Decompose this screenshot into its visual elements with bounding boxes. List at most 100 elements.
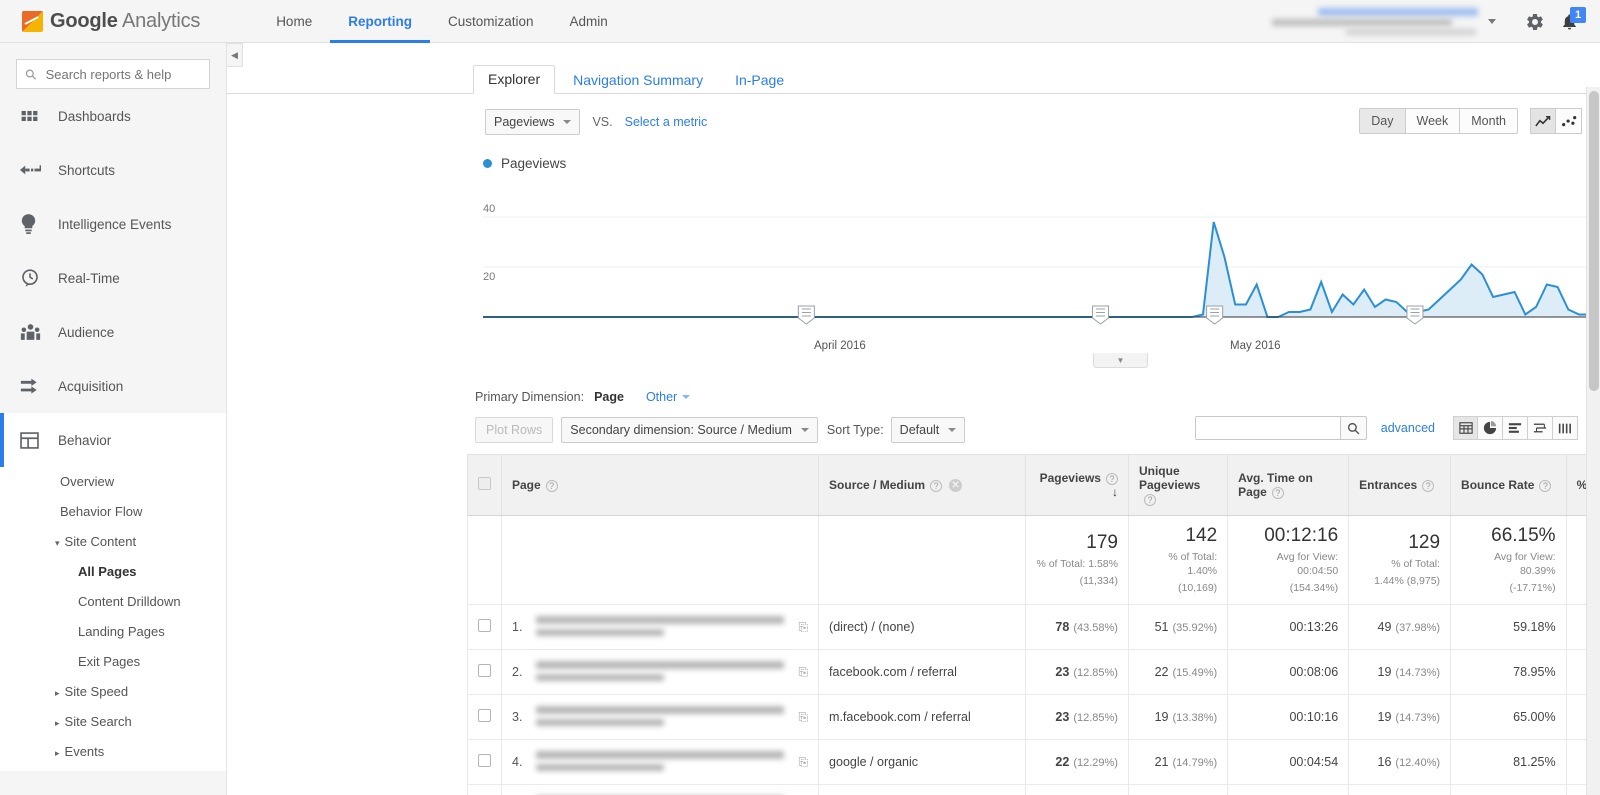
page-path-redacted[interactable]: [536, 614, 798, 640]
select-all-header[interactable]: [467, 454, 502, 516]
help-icon[interactable]: ?: [545, 479, 558, 492]
row-checkbox[interactable]: [478, 754, 491, 768]
search-input[interactable]: [43, 65, 201, 83]
help-icon[interactable]: ?: [930, 479, 943, 492]
column-header-entrances[interactable]: Entrances?: [1348, 454, 1452, 516]
bell-icon[interactable]: 1: [1552, 5, 1586, 39]
help-icon[interactable]: ?: [1105, 472, 1118, 485]
submenu-item-site-content[interactable]: ▾ Site Content: [0, 527, 226, 557]
open-external-icon[interactable]: ⎘: [798, 755, 808, 770]
select-metric-link[interactable]: Select a metric: [625, 115, 708, 129]
sidebar-item-acquisition[interactable]: Acquisition: [0, 359, 226, 413]
collapse-chart-button[interactable]: ▼: [1093, 353, 1148, 368]
submenu-item-site-search[interactable]: ▸ Site Search: [0, 707, 226, 737]
nav-customization[interactable]: Customization: [430, 0, 552, 43]
submenu-item-site-speed[interactable]: ▸ Site Speed: [0, 677, 226, 707]
performance-view-icon[interactable]: [1528, 416, 1553, 440]
chevron-down-icon[interactable]: [1488, 19, 1496, 24]
table-view-icon[interactable]: [1453, 416, 1478, 440]
select-all-checkbox[interactable]: [478, 477, 491, 490]
sidebar-item-dashboards[interactable]: Dashboards: [0, 89, 226, 143]
submenu-item-all-pages[interactable]: All Pages: [0, 557, 226, 587]
search-field[interactable]: [1195, 417, 1340, 439]
table-row[interactable]: 1. ⎘ (direct) / (none) 78 (43.58%) 51 (35.92%)…: [467, 604, 1600, 651]
tab-explorer[interactable]: Explorer: [473, 65, 556, 94]
pageviews-chart[interactable]: 40 20 April 2016 May 2016 June 2016: [227, 179, 1600, 354]
sidebar-item-behavior[interactable]: Behavior: [0, 413, 226, 467]
column-header-page[interactable]: Page?: [500, 454, 820, 516]
help-icon[interactable]: ?: [1539, 479, 1552, 492]
column-header-source-medium[interactable]: Source / Medium? ✕: [818, 454, 1027, 516]
sidebar-item-audience[interactable]: Audience: [0, 305, 226, 359]
help-icon[interactable]: ?: [1143, 493, 1156, 506]
table-row[interactable]: 5.⎘upcity.com / referral12(6.70%)9(6.34%…: [467, 784, 1600, 795]
line-chart-icon[interactable]: [1530, 108, 1556, 134]
column-header-pageviews[interactable]: Pageviews ?↓: [1025, 454, 1129, 516]
row-checkbox[interactable]: [478, 709, 491, 723]
advanced-link[interactable]: advanced: [1381, 421, 1435, 435]
page-path-redacted[interactable]: [536, 659, 798, 685]
column-header-bounce-rate[interactable]: Bounce Rate?: [1450, 454, 1567, 516]
page-path-redacted[interactable]: [536, 704, 798, 730]
help-icon[interactable]: ?: [1271, 486, 1284, 499]
search-icon[interactable]: [1340, 416, 1367, 440]
help-icon[interactable]: ?: [1422, 479, 1435, 492]
granularity-week[interactable]: Week: [1405, 108, 1461, 134]
row-checkbox-cell[interactable]: [467, 739, 502, 786]
submenu-item-overview[interactable]: Overview: [0, 467, 226, 497]
brand-logo[interactable]: Google Analytics: [22, 10, 200, 33]
granularity-day[interactable]: Day: [1359, 108, 1406, 134]
primary-dimension-other[interactable]: Other: [646, 390, 691, 404]
secondary-dimension-dropdown[interactable]: Secondary dimension: Source / Medium: [561, 417, 818, 443]
sidebar-item-intelligence-events[interactable]: Intelligence Events: [0, 197, 226, 251]
primary-metric-dropdown[interactable]: Pageviews: [485, 109, 581, 135]
tab-navigation-summary[interactable]: Navigation Summary: [559, 67, 717, 94]
sort-desc-icon[interactable]: ↓: [1112, 485, 1118, 499]
open-external-icon[interactable]: ⎘: [798, 710, 808, 725]
annotation-marker[interactable]: [1406, 305, 1424, 325]
row-checkbox-cell[interactable]: [467, 694, 502, 741]
submenu-item-landing-pages[interactable]: Landing Pages: [0, 617, 226, 647]
account-selector[interactable]: [1266, 7, 1484, 37]
sort-type-dropdown[interactable]: Default: [890, 417, 966, 443]
table-row[interactable]: 2. ⎘ facebook.com / referral 23 (12.85%) 22 (1…: [467, 649, 1600, 696]
sidebar-item-real-time[interactable]: Real-Time: [0, 251, 226, 305]
primary-dimension-page[interactable]: Page: [594, 390, 624, 404]
granularity-month[interactable]: Month: [1460, 108, 1518, 134]
pie-view-icon[interactable]: [1478, 416, 1503, 440]
open-external-icon[interactable]: ⎘: [798, 620, 808, 635]
tab-in-page[interactable]: In-Page: [721, 67, 798, 94]
plot-rows-button[interactable]: Plot Rows: [475, 417, 554, 443]
annotation-marker[interactable]: [797, 305, 815, 325]
page-path-redacted[interactable]: [536, 749, 798, 775]
column-header-avg-time[interactable]: Avg. Time on Page?: [1227, 454, 1350, 516]
row-checkbox-cell[interactable]: [467, 604, 502, 651]
scrollbar-thumb[interactable]: [1589, 91, 1599, 391]
collapse-panel-icon[interactable]: ◀: [227, 43, 243, 67]
gear-icon[interactable]: [1518, 5, 1552, 39]
row-checkbox[interactable]: [478, 664, 491, 678]
search-reports-box[interactable]: [16, 59, 210, 89]
table-row[interactable]: 4. ⎘ google / organic 22 (12.29%) 21 (14.79%) 0…: [467, 739, 1600, 786]
pivot-view-icon[interactable]: [1553, 416, 1578, 440]
column-header-unique-pageviews[interactable]: Unique Pageviews?: [1127, 454, 1229, 516]
bar-view-icon[interactable]: [1503, 416, 1528, 440]
remove-dimension-icon[interactable]: ✕: [949, 479, 963, 493]
sidebar-item-shortcuts[interactable]: Shortcuts: [0, 143, 226, 197]
scatter-chart-icon[interactable]: [1556, 108, 1582, 134]
submenu-item-events[interactable]: ▸ Events: [0, 737, 226, 767]
row-checkbox-cell[interactable]: [467, 649, 502, 696]
submenu-item-behavior-flow[interactable]: Behavior Flow: [0, 497, 226, 527]
submenu-item-exit-pages[interactable]: Exit Pages: [0, 647, 226, 677]
annotation-marker[interactable]: [1206, 305, 1224, 325]
submenu-item-content-drilldown[interactable]: Content Drilldown: [0, 587, 226, 617]
annotation-marker[interactable]: [1092, 305, 1110, 325]
vertical-scrollbar[interactable]: [1586, 87, 1600, 795]
nav-home[interactable]: Home: [258, 0, 330, 43]
row-checkbox[interactable]: [478, 619, 491, 633]
table-search-input[interactable]: [1194, 416, 1341, 440]
table-row[interactable]: 3. ⎘ m.facebook.com / referral 23 (12.85%) 19…: [467, 694, 1600, 741]
nav-reporting[interactable]: Reporting: [330, 0, 430, 43]
row-checkbox-cell[interactable]: [467, 784, 502, 795]
nav-admin[interactable]: Admin: [552, 0, 626, 43]
